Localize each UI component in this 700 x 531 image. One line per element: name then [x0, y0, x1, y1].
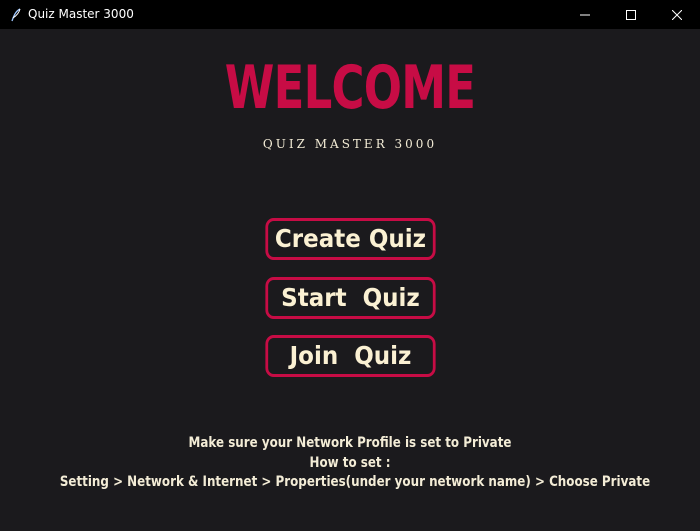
minimize-button[interactable] [562, 0, 608, 29]
network-notice: Make sure your Network Profile is set to… [188, 435, 512, 451]
join-quiz-button[interactable]: Join Quiz [265, 335, 436, 377]
window-title: Quiz Master 3000 [28, 7, 134, 21]
window-controls [562, 0, 700, 29]
welcome-heading: WELCOME [224, 53, 476, 123]
settings-path-instructions: Setting > Network & Internet > Propertie… [59, 474, 651, 490]
how-to-set-label: How to set : [309, 455, 391, 471]
title-bar[interactable]: Quiz Master 3000 [0, 0, 700, 29]
maximize-button[interactable] [608, 0, 654, 29]
start-quiz-button[interactable]: Start Quiz [265, 277, 436, 319]
app-subtitle: QUIZ MASTER 3000 [262, 137, 438, 151]
close-icon [672, 9, 682, 20]
maximize-icon [626, 9, 636, 20]
feather-icon [8, 7, 24, 23]
create-quiz-button[interactable]: Create Quiz [265, 218, 436, 260]
minimize-icon [580, 14, 590, 15]
close-button[interactable] [654, 0, 700, 29]
app-window: Quiz Master 3000 WELCOME QUIZ MASTER 300… [0, 0, 700, 531]
